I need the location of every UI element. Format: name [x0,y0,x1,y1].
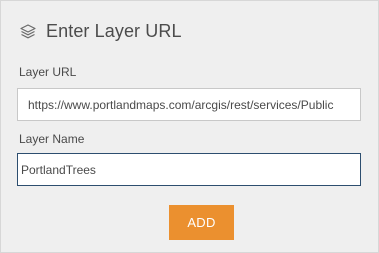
enter-layer-url-panel: Enter Layer URL Layer URL Layer Name ADD [0,0,379,253]
page-title: Enter Layer URL [46,20,182,41]
layers-icon [19,23,37,41]
layer-name-input[interactable] [17,153,361,186]
add-button[interactable]: ADD [169,205,234,240]
panel-header: Enter Layer URL [19,18,182,44]
layer-url-input[interactable] [17,88,361,121]
layer-url-label: Layer URL [19,65,77,79]
layer-name-label: Layer Name [19,132,85,146]
